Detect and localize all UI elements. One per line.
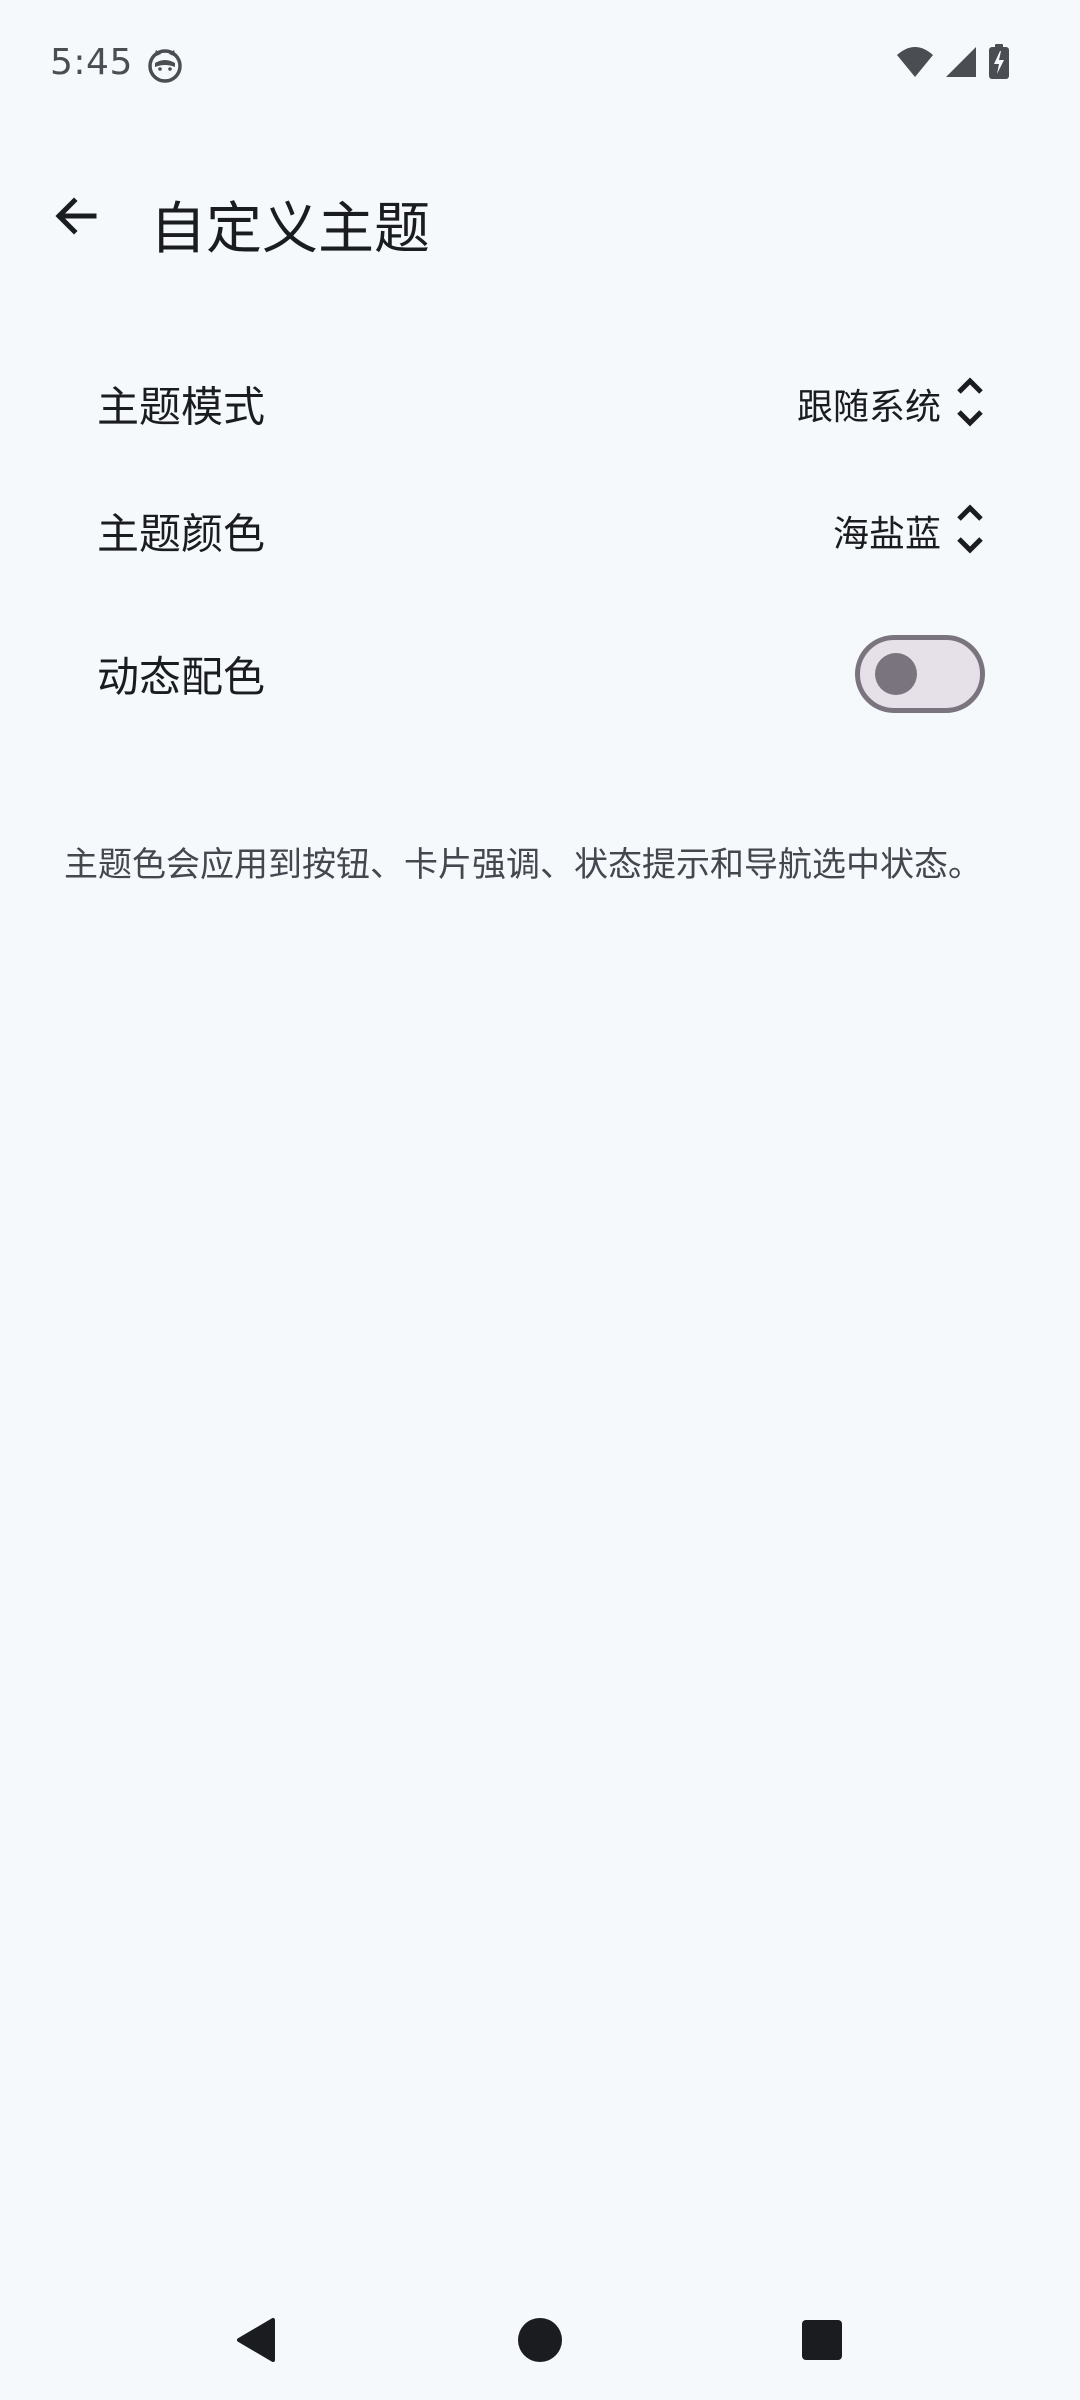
theme-color-label: 主题颜色 [97, 509, 266, 558]
dynamic-color-label: 动态配色 [97, 652, 266, 702]
unfold-icon [955, 376, 985, 432]
nav-home-button[interactable] [510, 2312, 570, 2372]
back-button[interactable] [36, 178, 116, 258]
settings-list: 主题模式 跟随系统 主题颜色 海盐蓝 动态配色 [0, 340, 1080, 754]
nav-back-icon [233, 2316, 279, 2368]
page-title: 自定义主题 [150, 197, 430, 262]
theme-mode-row[interactable]: 主题模式 跟随系统 [0, 340, 1080, 467]
theme-mode-selector[interactable]: 跟随系统 [797, 376, 985, 432]
nav-back-button[interactable] [226, 2312, 286, 2372]
status-bar: 5:45 [0, 0, 1080, 130]
top-app-bar: 自定义主题 [0, 150, 1080, 280]
theme-mode-label: 主题模式 [97, 382, 266, 431]
wifi-icon [896, 45, 934, 83]
back-arrow-icon [52, 192, 100, 244]
system-nav-bar [0, 2280, 1080, 2400]
unfold-icon [955, 503, 985, 559]
theme-color-row[interactable]: 主题颜色 海盐蓝 [0, 467, 1080, 594]
nav-home-icon [517, 2317, 563, 2367]
theme-description: 主题色会应用到按钮、卡片强调、状态提示和导航选中状态。 [64, 845, 982, 885]
switch-thumb [875, 653, 917, 695]
nav-recents-button[interactable] [792, 2312, 852, 2372]
status-time: 5:45 [50, 42, 133, 83]
dynamic-color-row: 动态配色 [0, 594, 1080, 754]
cat-face-icon [147, 47, 183, 83]
battery-charging-icon [988, 44, 1010, 84]
theme-color-selector[interactable]: 海盐蓝 [833, 503, 985, 559]
nav-recents-icon [801, 2319, 843, 2365]
theme-color-value: 海盐蓝 [832, 513, 941, 555]
cellular-signal-icon [944, 45, 978, 83]
theme-mode-value: 跟随系统 [796, 386, 941, 428]
dynamic-color-switch[interactable] [855, 635, 985, 713]
